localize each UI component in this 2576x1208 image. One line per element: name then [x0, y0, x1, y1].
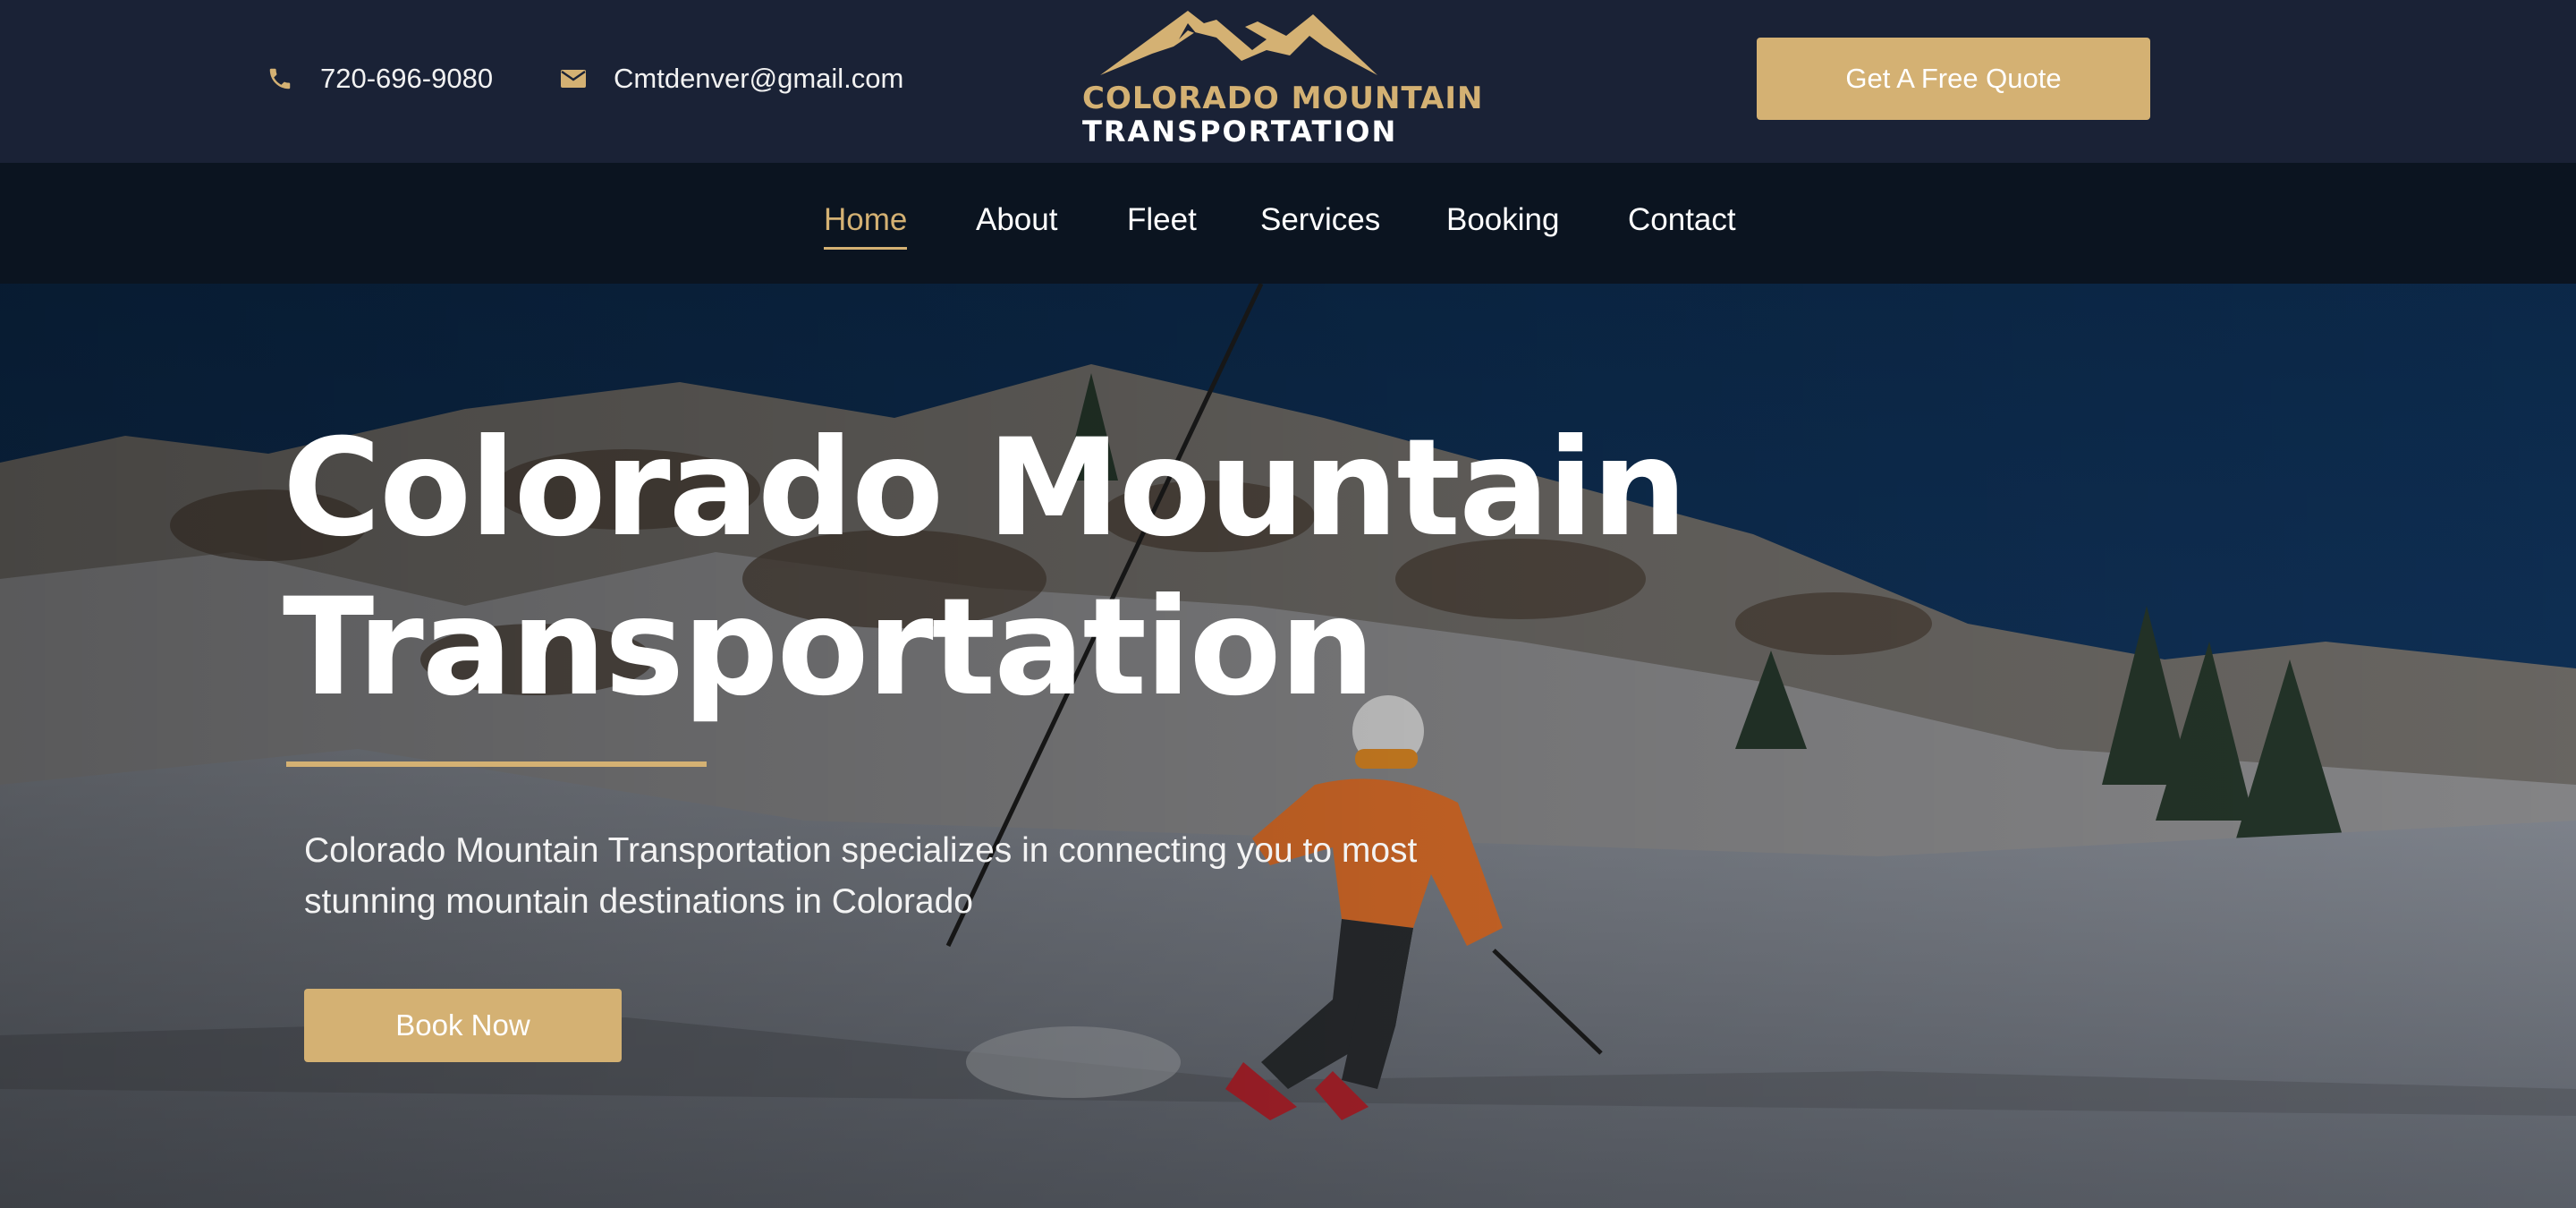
- hero-subtitle-line1: Colorado Mountain Transportation special…: [304, 831, 1418, 870]
- hero-title-line2: Transportation: [283, 570, 1375, 726]
- nav-item-contact[interactable]: Contact: [1628, 202, 1736, 247]
- get-free-quote-button[interactable]: Get A Free Quote: [1757, 38, 2150, 120]
- main-nav: Home About Fleet Services Booking Contac…: [0, 163, 2576, 284]
- title-divider: [286, 761, 707, 767]
- email-contact[interactable]: Cmtdenver@gmail.com: [560, 59, 903, 98]
- nav-item-home[interactable]: Home: [824, 202, 908, 250]
- hero-title-line1: Colorado Mountain: [283, 411, 1687, 566]
- hero-section: Colorado Mountain Transportation Colorad…: [0, 284, 2576, 1208]
- phone-contact[interactable]: 720-696-9080: [267, 59, 493, 98]
- top-bar: 720-696-9080 Cmtdenver@gmail.com COLORAD…: [0, 0, 2576, 163]
- book-now-button[interactable]: Book Now: [304, 989, 622, 1062]
- hero-title: Colorado Mountain Transportation: [283, 409, 1803, 727]
- nav-item-services[interactable]: Services: [1260, 202, 1380, 247]
- hero-subtitle: Colorado Mountain Transportation special…: [304, 825, 1610, 927]
- nav-item-booking[interactable]: Booking: [1446, 202, 1559, 247]
- logo-text-line1: COLORADO MOUNTAIN: [1082, 81, 1484, 116]
- nav-item-about[interactable]: About: [976, 202, 1057, 247]
- email-address: Cmtdenver@gmail.com: [614, 63, 904, 94]
- phone-icon: [267, 65, 293, 92]
- logo-text-line2: TRANSPORTATION: [1082, 115, 1398, 149]
- mountain-peaks-icon: [1100, 11, 1377, 75]
- envelope-icon: [560, 68, 587, 89]
- phone-number: 720-696-9080: [320, 63, 494, 94]
- site-logo[interactable]: COLORADO MOUNTAIN TRANSPORTATION: [1082, 4, 1484, 156]
- nav-item-fleet[interactable]: Fleet: [1127, 202, 1197, 247]
- hero-subtitle-line2: stunning mountain destinations in Colora…: [304, 882, 973, 921]
